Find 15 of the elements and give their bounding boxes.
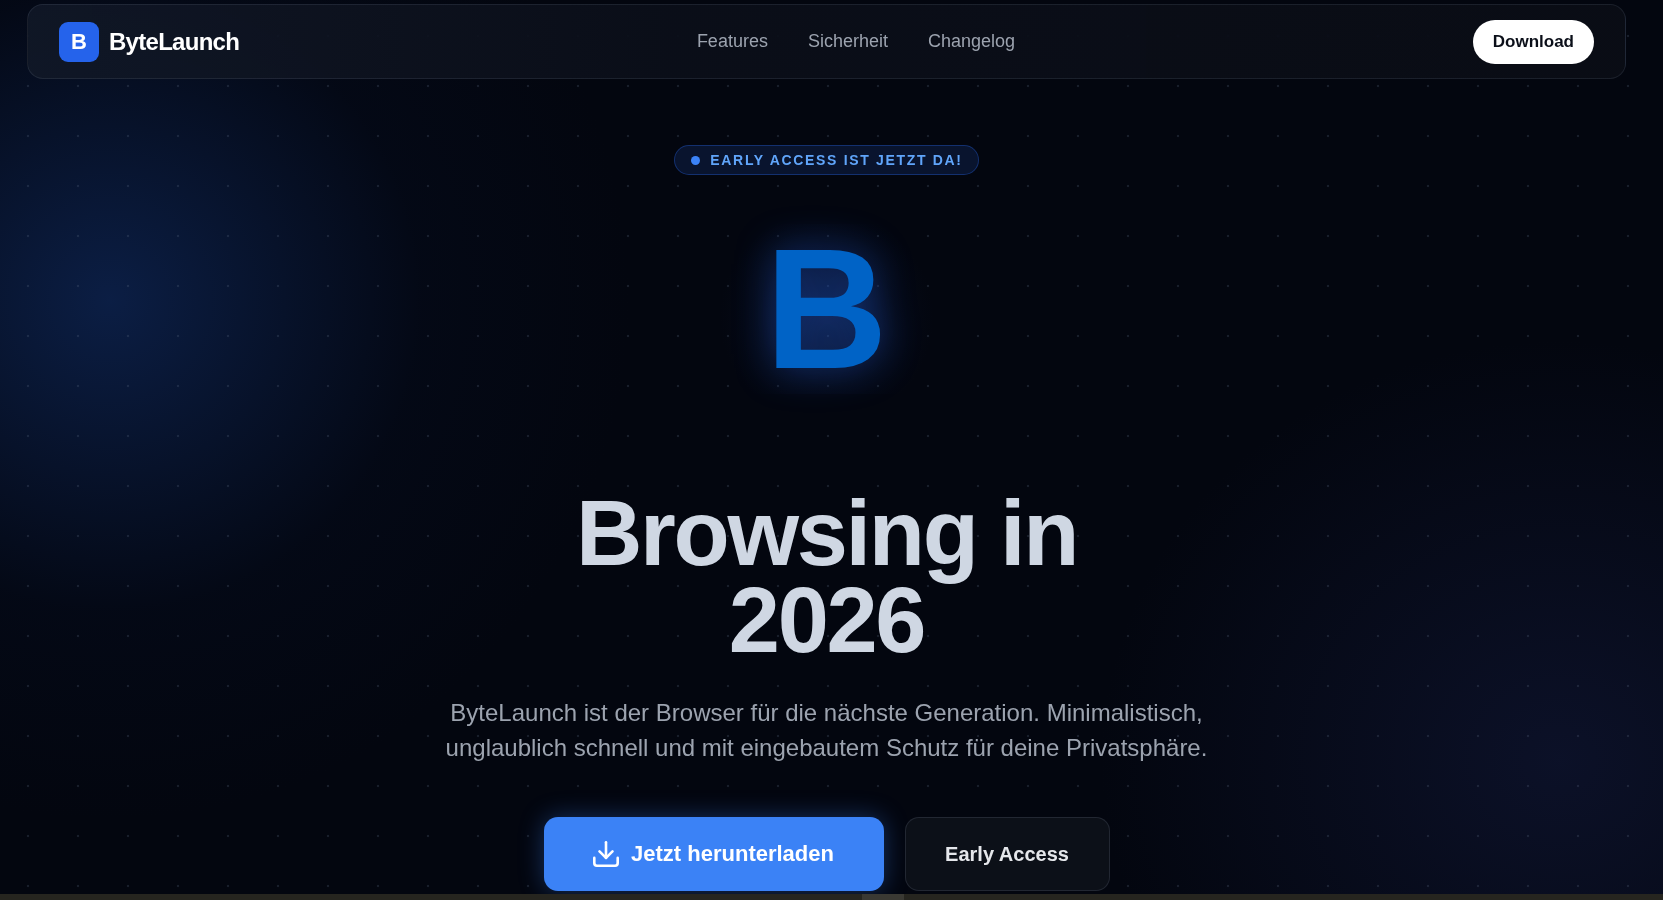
brand-name[interactable]: ByteLaunch: [109, 27, 240, 56]
hero-description: ByteLaunch ist der Browser für die nächste Generation. Minimalistisch, unglaublich schnell und mit eingebautem Schutz für deine Privatsphäre.: [444, 698, 1209, 763]
download-icon: [593, 841, 620, 867]
download-button[interactable]: Download: [1472, 19, 1594, 64]
horizontal-scrollbar[interactable]: [0, 894, 1663, 900]
download-button[interactable]: Jetzt herunterladen: [543, 817, 884, 891]
logo-mark: B: [59, 21, 99, 62]
nav-link[interactable]: Features: [696, 31, 768, 52]
nav-link[interactable]: Sicherheit: [807, 31, 888, 52]
badge-text: EARLY ACCESS IST JETZT DA!: [710, 152, 963, 168]
logo-letter: B: [765, 224, 888, 394]
early-access-button[interactable]: Early Access: [904, 817, 1110, 891]
nav-link[interactable]: Changelog: [927, 31, 1016, 52]
dot-icon: [691, 155, 701, 165]
hero-headline: Browsing in 2026: [574, 490, 1079, 664]
